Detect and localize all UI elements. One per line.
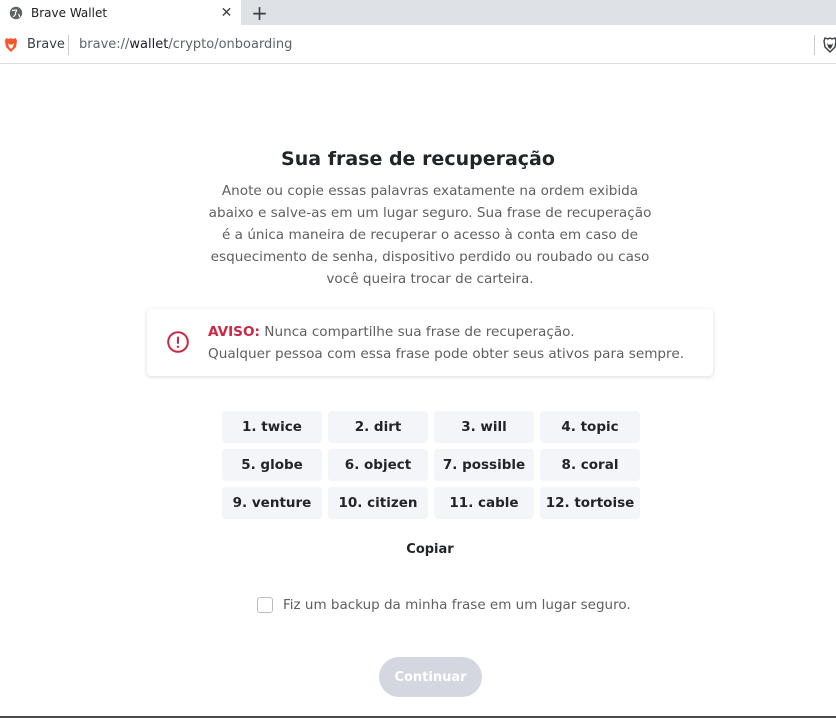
page-title: Sua frase de recuperação: [281, 148, 555, 170]
alert-circle-icon: [167, 331, 189, 353]
page-description: Anote ou copie essas palavras exatamente…: [208, 183, 652, 287]
tab-title: Brave Wallet: [31, 5, 108, 20]
tab-strip: Brave Wallet ✕ +: [0, 0, 836, 25]
recovery-word: 6. object: [328, 449, 428, 481]
backup-confirmation[interactable]: Fiz um backup da minha frase em um lugar…: [257, 597, 631, 613]
recovery-phrase-grid: 1. twice 2. dirt 3. will 4. topic 5. glo…: [222, 411, 642, 519]
tab-brave-wallet[interactable]: Brave Wallet ✕: [0, 0, 241, 25]
url-host: wallet: [129, 37, 169, 52]
address-separator: [68, 35, 69, 55]
backup-checkbox-label[interactable]: Fiz um backup da minha frase em um lugar…: [283, 597, 631, 613]
recovery-word: 9. venture: [222, 487, 322, 519]
url-path: /crypto/onboarding: [168, 37, 293, 52]
warning-label: AVISO:: [208, 324, 260, 340]
recovery-word: 8. coral: [540, 449, 640, 481]
recovery-word: 5. globe: [222, 449, 322, 481]
warning-line2: Qualquer pessoa com essa frase pode obte…: [208, 346, 685, 362]
recovery-word: 1. twice: [222, 411, 322, 443]
globe-icon: [8, 5, 23, 20]
close-tab-icon[interactable]: ✕: [218, 4, 235, 21]
continue-button[interactable]: Continuar: [379, 657, 482, 697]
new-tab-button[interactable]: +: [249, 2, 270, 23]
recovery-word: 3. will: [434, 411, 534, 443]
toolbar-separator: [814, 35, 815, 55]
recovery-word: 4. topic: [540, 411, 640, 443]
warning-text: AVISO: Nunca compartilhe sua frase de re…: [208, 321, 684, 365]
site-name: Brave: [27, 37, 65, 52]
recovery-word: 11. cable: [434, 487, 534, 519]
warning-line1: Nunca compartilhe sua frase de recuperaç…: [259, 324, 575, 340]
address-bar[interactable]: brave://wallet/crypto/onboarding: [79, 37, 292, 52]
copy-button[interactable]: Copiar: [380, 542, 480, 557]
recovery-word: 2. dirt: [328, 411, 428, 443]
recovery-word: 10. citizen: [328, 487, 428, 519]
recovery-word: 7. possible: [434, 449, 534, 481]
backup-checkbox[interactable]: [257, 597, 273, 613]
brave-lion-icon[interactable]: [4, 37, 18, 53]
brave-shields-icon[interactable]: [823, 37, 836, 53]
warning-box: AVISO: Nunca compartilhe sua frase de re…: [147, 309, 713, 376]
recovery-word: 12. tortoise: [540, 487, 640, 519]
url-prefix: brave://: [79, 37, 130, 52]
